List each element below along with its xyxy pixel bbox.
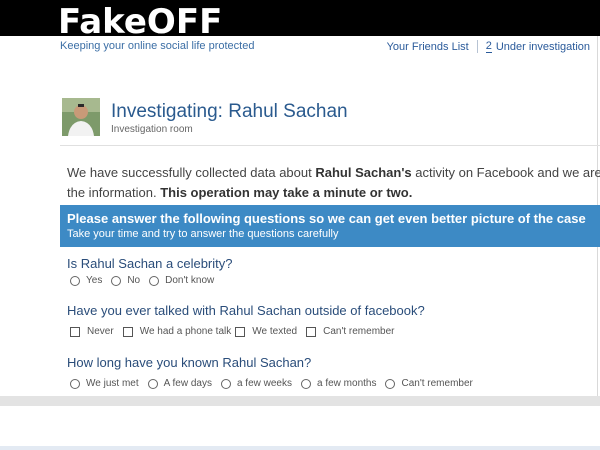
page-title: Investigating: Rahul Sachan [111,101,348,122]
question-known-duration: How long have you known Rahul Sachan? [67,355,312,370]
option-label: a few weeks [236,378,292,389]
radio-button[interactable] [301,378,311,389]
talked-options: Never We had a phone talk We texted Can'… [70,326,403,337]
option-dont-know[interactable]: Don't know [149,275,214,286]
radio-button[interactable] [70,275,80,286]
option-phone-talk[interactable]: We had a phone talk [122,326,232,337]
option-label: A few days [163,378,212,389]
option-label: Can't remember [323,326,395,337]
radio-button[interactable] [149,275,160,286]
option-cant-remember[interactable]: Can't remember [306,326,394,337]
option-never[interactable]: Never [70,326,114,337]
radio-button[interactable] [111,275,122,286]
intro-part3: the information. [67,185,161,200]
intro-part1: We have successfully collected data abou… [67,165,316,180]
option-label: We had a phone talk [139,326,232,337]
checkbox[interactable] [235,326,246,337]
option-no[interactable]: No [111,275,140,286]
question-celebrity: Is Rahul Sachan a celebrity? [67,256,233,271]
questions-heading: Please answer the following questions so… [67,211,586,226]
duration-options: We just met A few days a few weeks a few… [70,378,482,389]
option-texted[interactable]: We texted [235,326,297,337]
intro-emphasis: This operation may take a minute or two. [160,185,413,200]
option-cant-remember-duration[interactable]: Can't remember [385,378,473,389]
logo[interactable]: FakeOFF [58,2,222,36]
friends-list-link[interactable]: Your Friends List [387,41,469,53]
radio-button[interactable] [70,378,80,389]
option-few-weeks[interactable]: a few weeks [220,378,292,389]
avatar [62,98,100,136]
question-talked-outside: Have you ever talked with Rahul Sachan o… [67,303,425,318]
option-few-days[interactable]: A few days [147,378,212,389]
option-just-met[interactable]: We just met [70,378,139,389]
option-label: Never [87,326,114,337]
checkbox[interactable] [306,326,317,337]
option-label: Yes [86,275,103,286]
checkbox[interactable] [122,326,133,337]
option-label: Can't remember [401,378,473,389]
checkbox[interactable] [70,326,80,337]
page-subtitle: Investigation room [111,124,193,135]
divider [60,145,600,146]
intro-part2: activity on Facebook and we are [411,165,600,180]
top-bar: FakeOFF [0,0,600,36]
option-yes[interactable]: Yes [70,275,102,286]
radio-button[interactable] [385,378,396,389]
radio-button[interactable] [147,378,158,389]
bottom-edge [0,446,600,450]
intro-text: We have successfully collected data abou… [67,163,600,203]
option-label: We texted [252,326,298,337]
top-links: Your Friends List 2 Under investigation [387,40,590,53]
option-label: No [127,275,141,286]
link-divider [476,40,478,53]
questions-panel-header: Please answer the following questions so… [60,205,600,247]
horizontal-scrollbar[interactable] [0,396,600,406]
radio-button[interactable] [220,378,231,389]
under-investigation-link[interactable]: Under investigation [496,41,590,53]
questions-subheading: Take your time and try to answer the que… [67,228,339,240]
intro-name: Rahul Sachan's [315,165,412,180]
option-label: a few months [317,378,377,389]
option-few-months[interactable]: a few months [301,378,376,389]
celebrity-options: Yes No Don't know [70,275,223,286]
option-label: We just met [86,378,139,389]
option-label: Don't know [165,275,215,286]
investigation-count-badge[interactable]: 2 [485,40,492,53]
tagline: Keeping your online social life protecte… [60,40,255,52]
